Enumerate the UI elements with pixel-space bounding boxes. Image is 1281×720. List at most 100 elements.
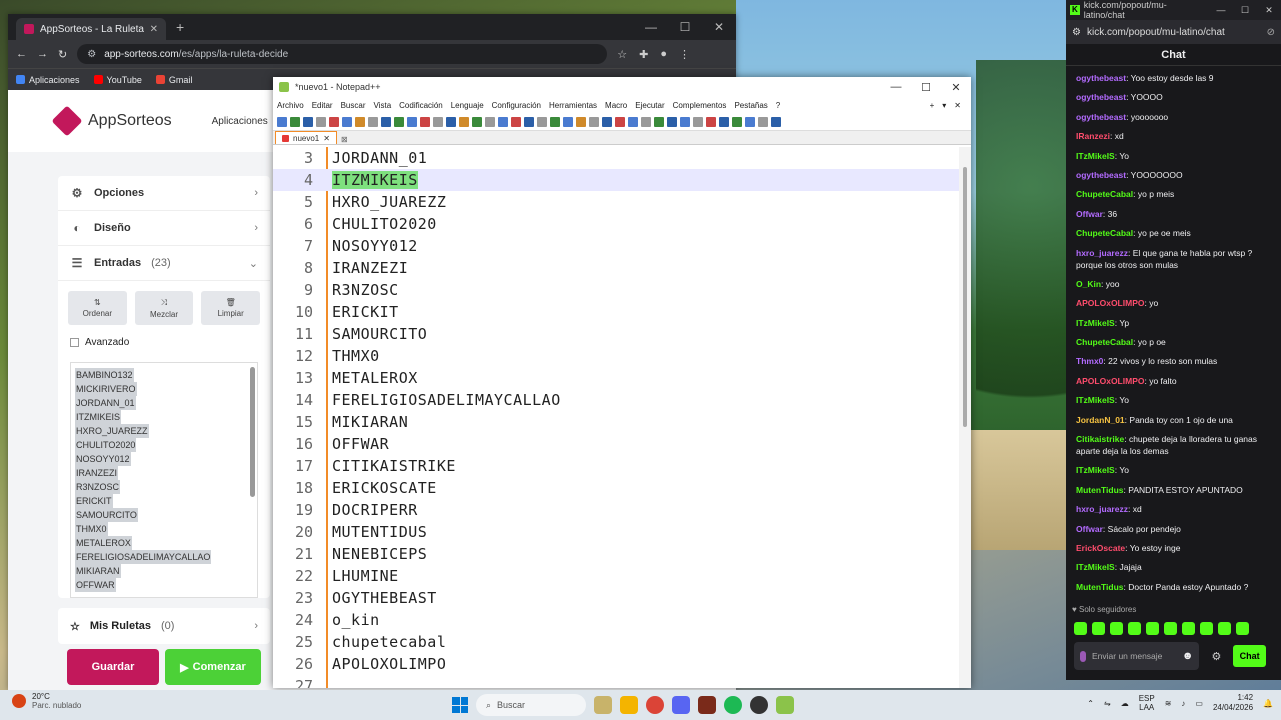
editor-line[interactable]: 12 THMX0 bbox=[273, 345, 961, 367]
menu-item[interactable]: Configuración bbox=[492, 101, 541, 110]
emote-icon[interactable] bbox=[1110, 622, 1123, 635]
reload-icon[interactable]: ↻ bbox=[58, 48, 67, 61]
menu-item[interactable]: Herramientas bbox=[549, 101, 597, 110]
toolbar-button-icon[interactable] bbox=[290, 116, 300, 127]
toolbar-button-icon[interactable] bbox=[628, 116, 638, 127]
editor-line[interactable]: 18 ERICKOSCATE bbox=[273, 477, 961, 499]
close-window-button[interactable]: ✕ bbox=[1257, 5, 1281, 16]
toolbar-button-icon[interactable] bbox=[355, 116, 365, 127]
hide-icon[interactable]: ⊘ bbox=[1267, 27, 1275, 38]
toolbar-button-icon[interactable] bbox=[498, 116, 508, 127]
appsorteos-logo-icon[interactable] bbox=[51, 105, 83, 137]
toolbar-button-icon[interactable] bbox=[537, 116, 547, 127]
toolbar-button-icon[interactable] bbox=[407, 116, 417, 127]
toolbar-button-icon[interactable] bbox=[329, 116, 339, 127]
clear-button[interactable]: 🗑 Limpiar bbox=[201, 291, 261, 325]
editor-line[interactable]: 3 JORDANN_01 bbox=[273, 147, 961, 169]
menu-item[interactable]: Buscar bbox=[341, 101, 366, 110]
toolbar-button-icon[interactable] bbox=[550, 116, 560, 127]
editor-line[interactable]: 17 CITIKAISTRIKE bbox=[273, 455, 961, 477]
advanced-checkbox[interactable] bbox=[70, 338, 79, 347]
toolbar-button-icon[interactable] bbox=[303, 116, 313, 127]
editor-line[interactable]: 27 bbox=[273, 675, 961, 688]
editor-line[interactable]: 6 CHULITO2020 bbox=[273, 213, 961, 235]
clock[interactable]: 1:42 24/04/2026 bbox=[1213, 693, 1253, 713]
toolbar-button-icon[interactable] bbox=[719, 116, 729, 127]
notifications-icon[interactable]: 🔔 bbox=[1263, 699, 1273, 708]
close-tab-icon[interactable]: ✕ bbox=[150, 24, 158, 35]
discord-icon[interactable] bbox=[672, 696, 690, 714]
toolbar-button-icon[interactable] bbox=[459, 116, 469, 127]
entries-textarea[interactable]: BAMBINO132 MICKIRIVERO JORDANN_01 ITZMIKEIS… bbox=[70, 362, 258, 598]
entries-scrollbar[interactable] bbox=[250, 367, 255, 497]
toolbar-button-icon[interactable] bbox=[615, 116, 625, 127]
editor-line[interactable]: 25 chupetecabal bbox=[273, 631, 961, 653]
editor-line[interactable]: 14 FERELIGIOSADELIMAYCALLAO bbox=[273, 389, 961, 411]
chat-username[interactable]: ogythebeast bbox=[1076, 92, 1126, 102]
editor-line[interactable]: 26 APOLOXOLIMPO bbox=[273, 653, 961, 675]
gear-icon[interactable]: ⚙ bbox=[1211, 650, 1221, 663]
menu-item[interactable]: Pestañas bbox=[734, 101, 767, 110]
back-icon[interactable]: ← bbox=[16, 48, 27, 60]
file-explorer-icon[interactable] bbox=[620, 696, 638, 714]
sort-button[interactable]: ⇅ Ordenar bbox=[68, 291, 127, 325]
editor-line[interactable]: 19 DOCRIPERR bbox=[273, 499, 961, 521]
plus-icon[interactable]: + bbox=[930, 101, 935, 110]
start-button[interactable]: ▶ Comenzar bbox=[165, 649, 261, 685]
chrome-icon[interactable] bbox=[646, 696, 664, 714]
toolbar-button-icon[interactable] bbox=[485, 116, 495, 127]
close-window-button[interactable]: ✕ bbox=[941, 81, 971, 94]
toolbar-button-icon[interactable] bbox=[368, 116, 378, 127]
cloud-icon[interactable]: ☁ bbox=[1121, 699, 1129, 708]
chat-messages[interactable]: ogythebeast: Yoo estoy desde las 9 ogythe… bbox=[1066, 72, 1281, 600]
menu-icon[interactable]: ⋮ bbox=[679, 48, 690, 61]
editor-line[interactable]: 13 METALEROX bbox=[273, 367, 961, 389]
editor-line[interactable]: 10 ERICKIT bbox=[273, 301, 961, 323]
menu-item[interactable]: Codificación bbox=[399, 101, 443, 110]
chat-username[interactable]: MutenTidus bbox=[1076, 582, 1124, 592]
appsorteos-brand[interactable]: AppSorteos bbox=[88, 112, 172, 130]
chat-username[interactable]: hxro_juarezz bbox=[1076, 504, 1128, 514]
bookmark-youtube[interactable]: YouTube bbox=[93, 75, 142, 85]
chat-username[interactable]: Offwar bbox=[1076, 209, 1103, 219]
emote-icon[interactable] bbox=[1128, 622, 1141, 635]
bookmark-gmail[interactable]: Gmail bbox=[155, 75, 192, 85]
profile-avatar[interactable]: ● bbox=[660, 48, 667, 61]
menu-item[interactable]: Ejecutar bbox=[635, 101, 664, 110]
document-tab[interactable]: nuevo1 ✕ bbox=[275, 131, 337, 144]
chat-username[interactable]: Offwar bbox=[1076, 524, 1103, 534]
toolbar-button-icon[interactable] bbox=[446, 116, 456, 127]
chat-username[interactable]: ogythebeast bbox=[1076, 112, 1126, 122]
chat-username[interactable]: MutenTidus bbox=[1076, 485, 1124, 495]
menu-item[interactable]: Macro bbox=[605, 101, 627, 110]
volume-icon[interactable]: ♪ bbox=[1181, 699, 1185, 708]
toolbar-button-icon[interactable] bbox=[732, 116, 742, 127]
chat-username[interactable]: APOLOxOLIMPO bbox=[1076, 298, 1144, 308]
new-tab-button[interactable]: + bbox=[176, 19, 184, 35]
chat-username[interactable]: ChupeteCabal bbox=[1076, 189, 1133, 199]
editor-line[interactable]: 5 HXRO_JUAREZZ bbox=[273, 191, 961, 213]
toolbar-button-icon[interactable] bbox=[472, 116, 482, 127]
usb-icon[interactable]: ⇋ bbox=[1104, 699, 1111, 708]
close-window-button[interactable]: ✕ bbox=[702, 20, 736, 34]
advanced-toggle[interactable]: Avanzado bbox=[58, 331, 270, 354]
app-icon[interactable] bbox=[750, 696, 768, 714]
editor-line[interactable]: 20 MUTENTIDUS bbox=[273, 521, 961, 543]
my-wheels-row[interactable]: ☆ Mis Ruletas (0) › bbox=[58, 608, 270, 644]
weather-widget[interactable]: 20°C Parc. nublado bbox=[12, 692, 81, 710]
chat-input[interactable]: Enviar un mensaje ☻ bbox=[1074, 642, 1200, 670]
toolbar-button-icon[interactable] bbox=[381, 116, 391, 127]
language-indicator[interactable]: ESP LAA bbox=[1139, 694, 1155, 712]
toolbar-button-icon[interactable] bbox=[394, 116, 404, 127]
options-row[interactable]: ⚙ Opciones › bbox=[58, 176, 270, 211]
maximize-button[interactable]: ☐ bbox=[668, 20, 702, 34]
shuffle-button[interactable]: ⤨ Mezclar bbox=[134, 291, 194, 325]
editor-line[interactable]: 16 OFFWAR bbox=[273, 433, 961, 455]
emote-icon[interactable] bbox=[1200, 622, 1213, 635]
toolbar-button-icon[interactable] bbox=[342, 116, 352, 127]
send-chat-button[interactable]: Chat bbox=[1233, 645, 1266, 667]
chat-username[interactable]: ogythebeast bbox=[1076, 170, 1126, 180]
toolbar-button-icon[interactable] bbox=[589, 116, 599, 127]
close-tab-icon[interactable]: ⊠ bbox=[341, 135, 348, 144]
notepad-plus-plus-icon[interactable] bbox=[776, 696, 794, 714]
